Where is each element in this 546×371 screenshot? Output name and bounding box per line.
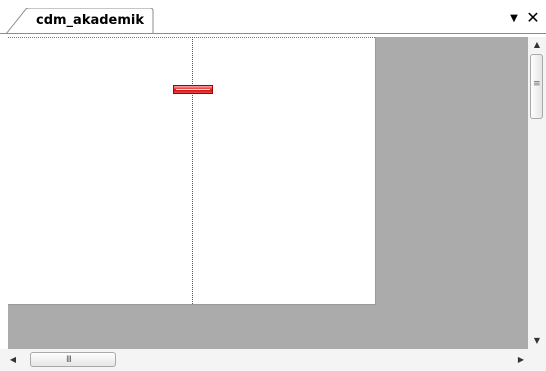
tab-cdm-akademik[interactable]: cdm_akademik — [36, 11, 144, 31]
table-entity-symbol[interactable] — [173, 85, 213, 94]
diagram-page[interactable] — [8, 37, 376, 305]
diagram-window: cdm_akademik ▼ ✕ ▲ ≡ ▼ ◀ III ▶ — [0, 0, 546, 371]
scroll-down-icon[interactable]: ▼ — [528, 333, 546, 349]
tab-menu-dropdown-icon[interactable]: ▼ — [508, 12, 520, 26]
page-break-guide — [192, 37, 193, 304]
diagram-canvas[interactable] — [8, 37, 528, 349]
vertical-scrollbar[interactable]: ▲ ≡ ▼ — [528, 37, 546, 349]
grip-icon: III — [66, 355, 72, 365]
horizontal-scroll-thumb[interactable]: III — [30, 352, 116, 367]
scrollbar-corner — [528, 349, 546, 371]
close-icon[interactable]: ✕ — [526, 10, 540, 26]
scroll-up-icon[interactable]: ▲ — [528, 37, 546, 53]
scroll-left-icon[interactable]: ◀ — [6, 352, 20, 368]
tab-baseline — [0, 33, 546, 34]
tab-strip: cdm_akademik ▼ ✕ — [0, 0, 546, 35]
grip-icon: ≡ — [533, 79, 541, 89]
vertical-scroll-thumb[interactable]: ≡ — [530, 54, 543, 119]
horizontal-scrollbar[interactable]: ◀ III ▶ — [0, 349, 528, 371]
scroll-right-icon[interactable]: ▶ — [514, 352, 528, 368]
